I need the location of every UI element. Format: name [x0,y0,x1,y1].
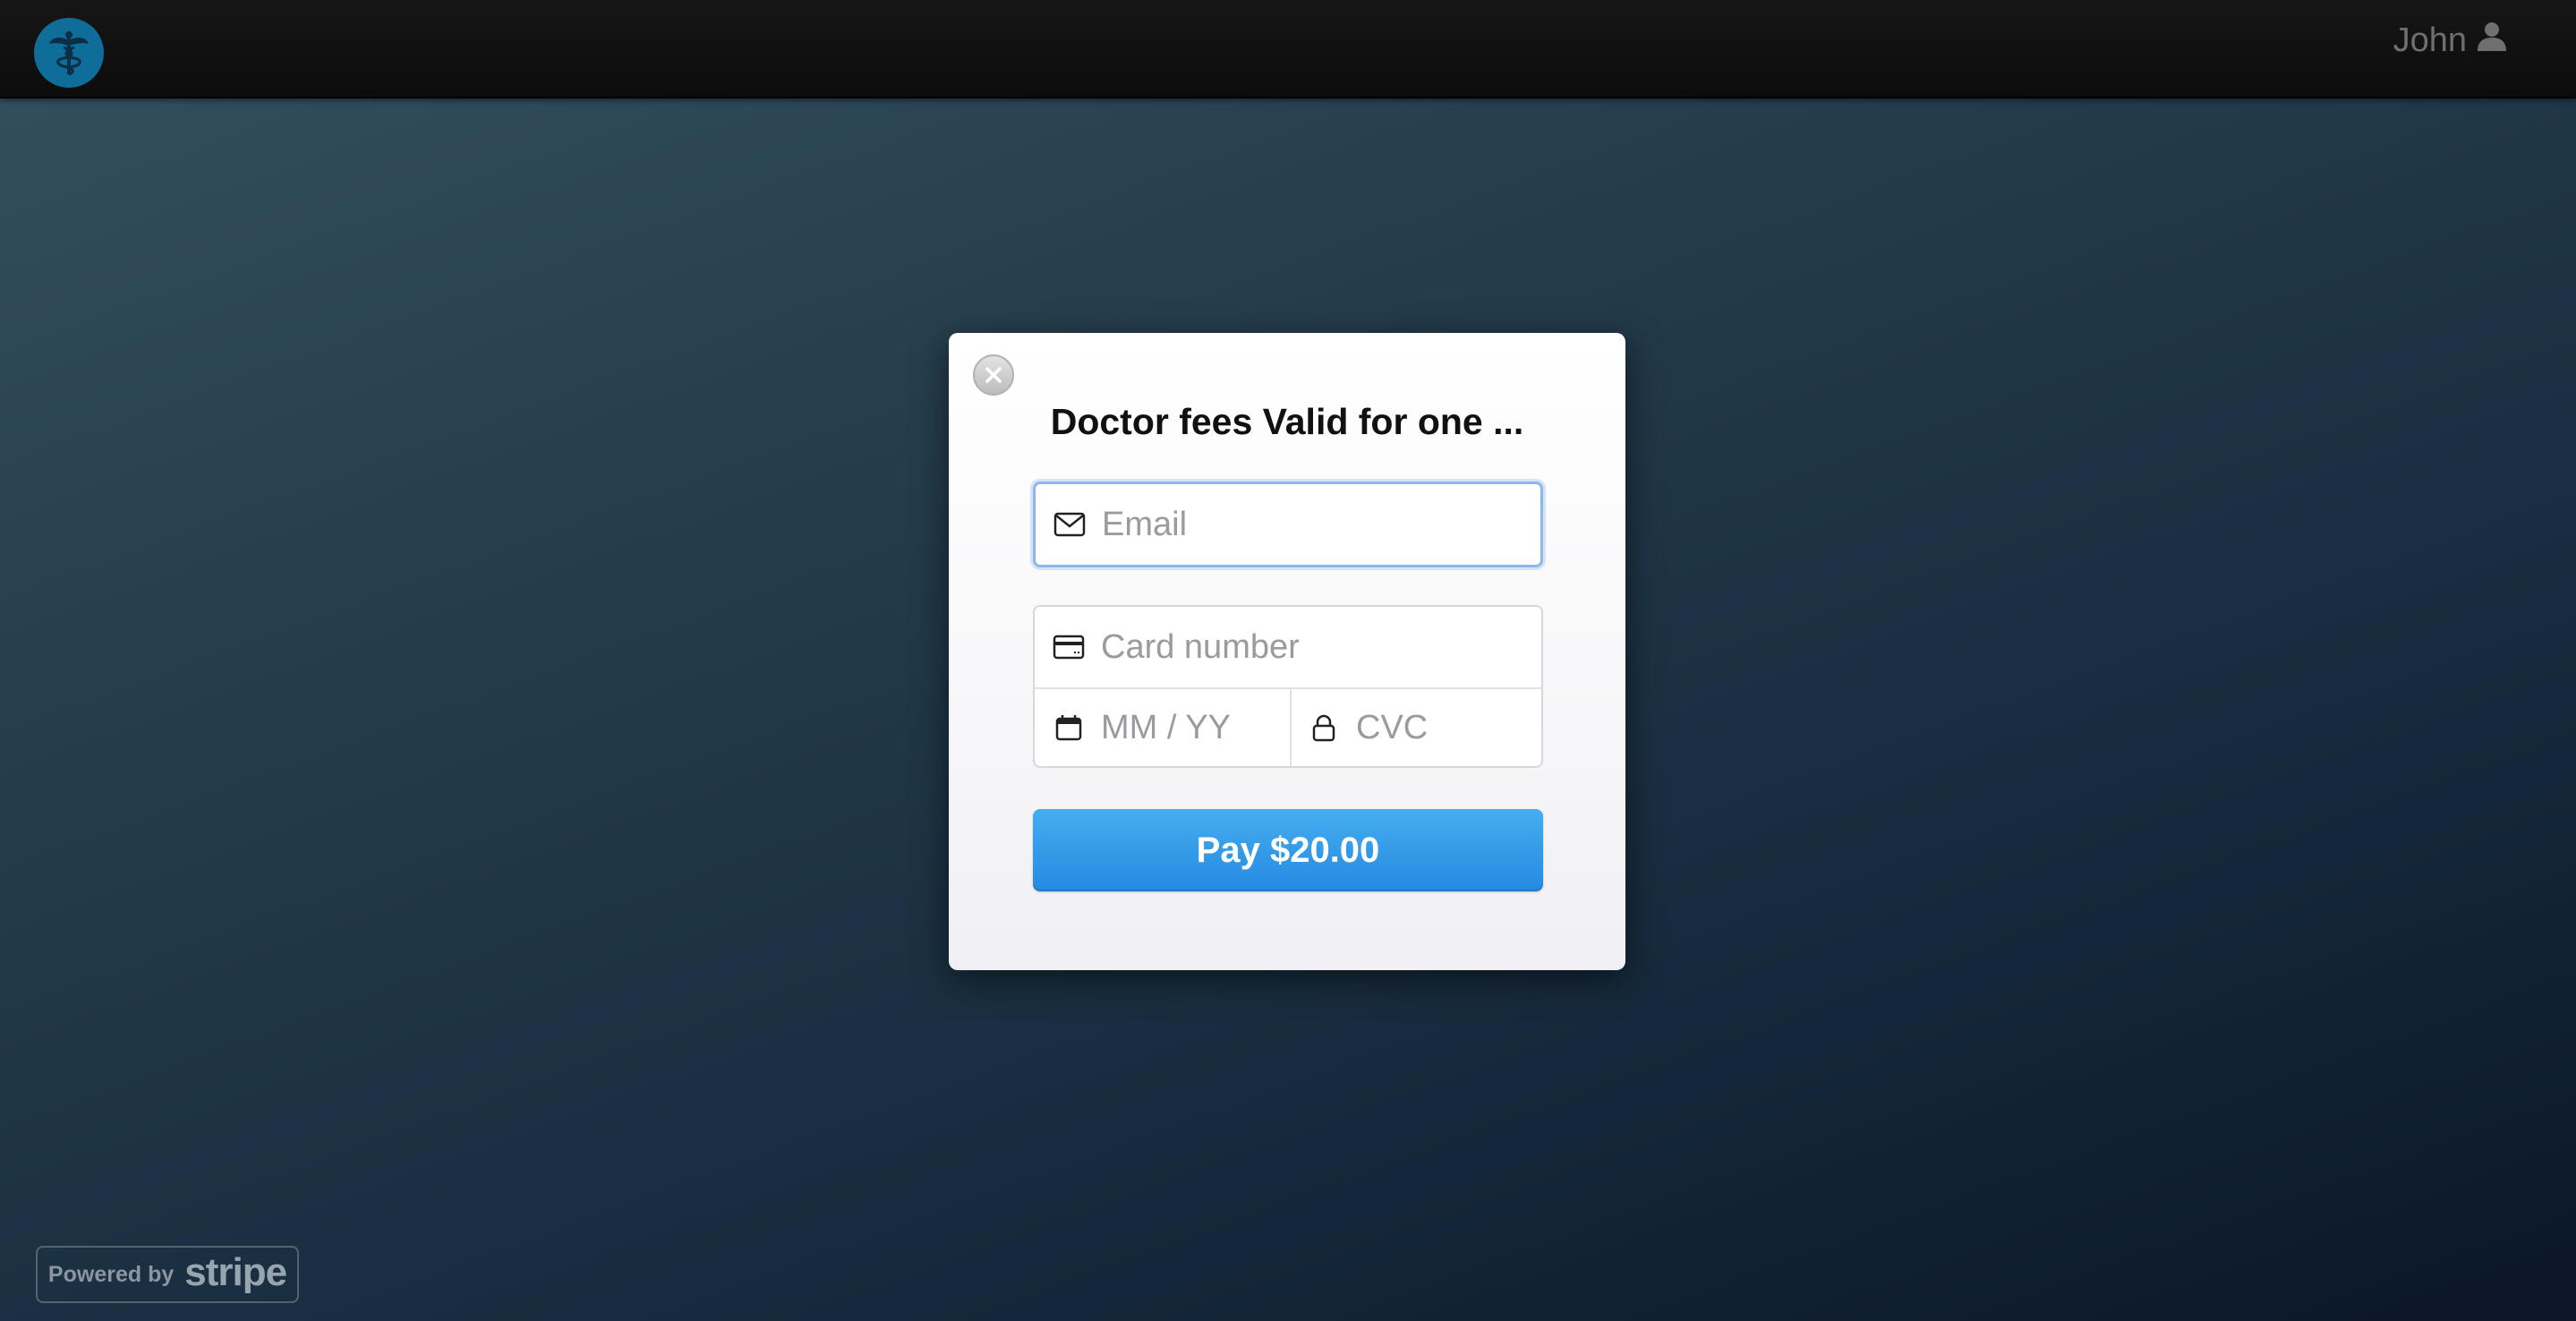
top-navbar: John [0,0,2576,98]
cvc-field[interactable] [1290,687,1541,766]
credit-card-icon [1051,629,1087,665]
email-input[interactable] [1102,505,1540,544]
powered-by-label: Powered by [47,1261,175,1287]
envelope-icon [1052,507,1088,542]
pay-button[interactable]: Pay $20.00 [1033,809,1543,891]
calendar-icon [1051,710,1087,746]
user-icon [2476,20,2508,61]
user-name: John [2393,21,2467,59]
email-field[interactable] [1033,482,1543,567]
expiry-input[interactable] [1101,708,1290,747]
caduceus-icon[interactable] [34,18,104,88]
card-details-group [1033,605,1543,768]
powered-by-stripe-badge[interactable]: Powered by stripe [36,1246,299,1303]
user-menu[interactable]: John [2393,20,2508,61]
close-icon[interactable] [973,354,1014,396]
card-number-field[interactable] [1035,607,1541,689]
checkout-modal: Doctor fees Valid for one ... Email Card… [949,333,1625,970]
stripe-logo: stripe [184,1250,287,1294]
cvc-input[interactable] [1356,708,1541,747]
expiry-field[interactable] [1035,687,1292,766]
checkout-title: Doctor fees Valid for one ... [1050,401,1524,442]
lock-icon [1306,710,1342,746]
card-number-input[interactable] [1101,627,1541,667]
